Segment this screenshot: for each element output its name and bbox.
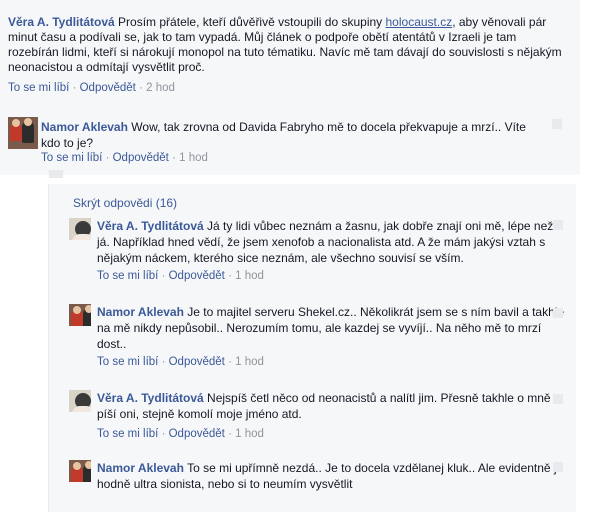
reply-author[interactable]: Namor Aklevah bbox=[97, 461, 184, 475]
reply-link[interactable]: Odpovědět bbox=[80, 82, 136, 94]
separator-dot: · bbox=[161, 356, 166, 368]
separator-dot: · bbox=[161, 270, 166, 282]
separator-dot: · bbox=[228, 356, 232, 368]
avatar[interactable] bbox=[69, 304, 91, 326]
reply-link[interactable]: Odpovědět bbox=[169, 270, 225, 282]
comment-actions: To se mi líbí · Odpovědět · 1 hod bbox=[41, 152, 208, 164]
separator-dot: · bbox=[72, 82, 77, 94]
reply-link[interactable]: Odpovědět bbox=[169, 356, 225, 368]
avatar[interactable] bbox=[69, 460, 91, 482]
close-icon[interactable] bbox=[553, 462, 563, 472]
top-comment: Věra A. Tydlitátová Prosím přátele, kteř… bbox=[0, 0, 580, 106]
close-icon[interactable] bbox=[49, 170, 63, 178]
reply-body: Věra A. Tydlitátová Já ty lidi vůbec nez… bbox=[97, 218, 567, 266]
like-link[interactable]: To se mi líbí bbox=[97, 356, 158, 368]
like-link[interactable]: To se mi líbí bbox=[41, 152, 102, 164]
reply-body: Věra A. Tydlitátová Nejspíš četl něco od… bbox=[97, 390, 567, 422]
timestamp[interactable]: 1 hod bbox=[235, 428, 264, 440]
separator-dot: · bbox=[105, 152, 110, 164]
reply-author[interactable]: Věra A. Tydlitátová bbox=[97, 219, 204, 233]
separator-dot: · bbox=[172, 152, 176, 164]
comment-actions: To se mi líbí · Odpovědět · 2 hod bbox=[8, 82, 175, 94]
avatar[interactable] bbox=[69, 390, 91, 412]
close-icon[interactable] bbox=[553, 308, 563, 318]
close-icon[interactable] bbox=[552, 119, 562, 129]
comment-body: Namor Aklevah Wow, tak zrovna od Davida … bbox=[41, 119, 531, 151]
separator-dot: · bbox=[228, 428, 232, 440]
like-link[interactable]: To se mi líbí bbox=[97, 270, 158, 282]
replies-panel: Skrýt odpovědi (16) Věra A. Tydlitátová … bbox=[48, 170, 576, 512]
avatar[interactable] bbox=[8, 117, 38, 149]
reply-author[interactable]: Věra A. Tydlitátová bbox=[97, 391, 204, 405]
comment-author[interactable]: Věra A. Tydlitátová bbox=[8, 15, 115, 29]
separator-dot: · bbox=[139, 82, 143, 94]
comment-body: Věra A. Tydlitátová Prosím přátele, kteř… bbox=[8, 15, 568, 75]
reply-author[interactable]: Namor Aklevah bbox=[97, 305, 184, 319]
group-link[interactable]: holocaust.cz bbox=[386, 15, 453, 29]
avatar[interactable] bbox=[69, 218, 91, 240]
reply-actions: To se mi líbí · Odpovědět · 1 hod bbox=[97, 356, 264, 368]
like-link[interactable]: To se mi líbí bbox=[97, 428, 158, 440]
hide-replies-link[interactable]: Skrýt odpovědi (16) bbox=[73, 196, 177, 210]
reply-actions: To se mi líbí · Odpovědět · 1 hod bbox=[97, 270, 264, 282]
timestamp[interactable]: 1 hod bbox=[235, 270, 264, 282]
comment: Namor Aklevah Wow, tak zrovna od Davida … bbox=[0, 105, 580, 175]
reply-body: Namor Aklevah Je to majitel serveru Shek… bbox=[97, 304, 567, 352]
timestamp[interactable]: 1 hod bbox=[235, 356, 264, 368]
timestamp[interactable]: 2 hod bbox=[146, 82, 175, 94]
reply-actions: To se mi líbí · Odpovědět · 1 hod bbox=[97, 428, 264, 440]
timestamp[interactable]: 1 hod bbox=[179, 152, 208, 164]
reply-body: Namor Aklevah To se mi upřímně nezdá.. J… bbox=[97, 460, 567, 492]
comment-author[interactable]: Namor Aklevah bbox=[41, 120, 128, 134]
close-icon[interactable] bbox=[553, 220, 563, 230]
separator-dot: · bbox=[228, 270, 232, 282]
comment-text: Prosím přátele, kteří důvěřivě vstoupili… bbox=[118, 15, 386, 29]
reply-link[interactable]: Odpovědět bbox=[169, 428, 225, 440]
separator-dot: · bbox=[161, 428, 166, 440]
like-link[interactable]: To se mi líbí bbox=[8, 82, 69, 94]
reply-link[interactable]: Odpovědět bbox=[113, 152, 169, 164]
close-icon[interactable] bbox=[553, 394, 563, 404]
